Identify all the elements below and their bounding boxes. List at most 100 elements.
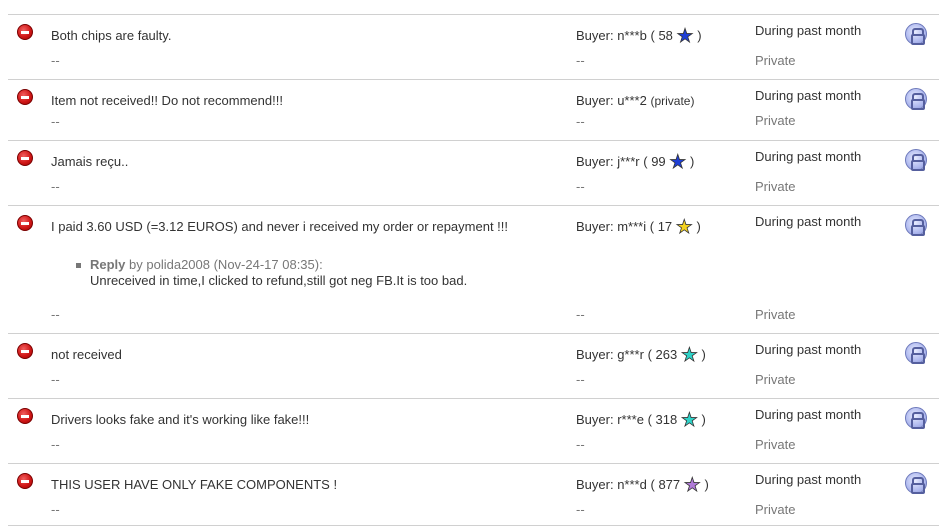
buyer-score: 263 bbox=[655, 347, 678, 362]
feedback-time: During past month bbox=[755, 88, 862, 103]
negative-feedback-icon bbox=[17, 215, 33, 231]
feedback-time: During past month bbox=[755, 342, 862, 357]
buyer-private: (private) bbox=[650, 94, 695, 108]
feedback-comment: THIS USER HAVE ONLY FAKE COMPONENTS ! bbox=[51, 477, 338, 492]
star-icon: ★ bbox=[683, 475, 701, 496]
buyer-info: Buyer: m***i ( 17 ★ ) bbox=[576, 217, 701, 238]
feedback-time: During past month bbox=[755, 472, 862, 487]
item-placeholder: -- bbox=[576, 437, 585, 452]
privacy-status: Private bbox=[755, 372, 796, 387]
feedback-comment: Both chips are faulty. bbox=[51, 28, 172, 43]
feedback-time: During past month bbox=[755, 149, 862, 164]
buyer-label: Buyer: bbox=[576, 154, 614, 169]
account-icon[interactable] bbox=[905, 23, 927, 45]
account-icon[interactable] bbox=[905, 472, 927, 494]
feedback-row: not received -- Buyer: g***r ( 263 ★ ) -… bbox=[8, 334, 939, 399]
reply-bullet bbox=[76, 263, 81, 268]
feedback-comment: Item not received!! Do not recommend!!! bbox=[51, 93, 283, 108]
feedback-time: During past month bbox=[755, 214, 862, 229]
feedback-row: Both chips are faulty. -- Buyer: n***b (… bbox=[8, 15, 939, 80]
buyer-info: Buyer: u***2 (private) bbox=[576, 93, 694, 108]
item-placeholder: -- bbox=[576, 502, 585, 517]
reply-author: by polida2008 (Nov-24-17 08:35): bbox=[129, 257, 323, 272]
buyer-label: Buyer: bbox=[576, 347, 614, 362]
account-icon[interactable] bbox=[905, 342, 927, 364]
buyer-name: r***e bbox=[617, 412, 644, 427]
feedback-row: Drivers looks fake and it's working like… bbox=[8, 399, 939, 464]
buyer-score-open: ( bbox=[649, 219, 655, 234]
feedback-row: Item not received!! Do not recommend!!! … bbox=[8, 80, 939, 141]
privacy-status: Private bbox=[755, 53, 796, 68]
buyer-label: Buyer: bbox=[576, 93, 614, 108]
star-icon: ★ bbox=[669, 152, 687, 173]
comment-placeholder: -- bbox=[51, 307, 60, 322]
buyer-score: 99 bbox=[651, 154, 666, 169]
feedback-time: During past month bbox=[755, 23, 862, 38]
buyer-score-close: ) bbox=[697, 28, 702, 43]
account-icon[interactable] bbox=[905, 88, 927, 110]
item-placeholder: -- bbox=[576, 179, 585, 194]
buyer-score-open: ( bbox=[650, 28, 655, 43]
feedback-list: Both chips are faulty. -- Buyer: n***b (… bbox=[8, 14, 939, 526]
account-icon[interactable] bbox=[905, 149, 927, 171]
negative-feedback-icon bbox=[17, 473, 33, 489]
buyer-info: Buyer: n***b ( 58 ★ ) bbox=[576, 26, 702, 47]
buyer-info: Buyer: r***e ( 318 ★ ) bbox=[576, 410, 706, 431]
negative-feedback-icon bbox=[17, 408, 33, 424]
privacy-status: Private bbox=[755, 307, 796, 322]
buyer-score: 318 bbox=[655, 412, 678, 427]
buyer-score-open: ( bbox=[643, 154, 648, 169]
buyer-score-close: ) bbox=[689, 154, 695, 169]
buyer-label: Buyer: bbox=[576, 477, 614, 492]
feedback-time: During past month bbox=[755, 407, 862, 422]
buyer-label: Buyer: bbox=[576, 28, 614, 43]
feedback-comment: not received bbox=[51, 347, 122, 362]
negative-feedback-icon bbox=[17, 89, 33, 105]
account-icon[interactable] bbox=[905, 407, 927, 429]
buyer-name: u***2 bbox=[617, 93, 647, 108]
buyer-name: n***b bbox=[617, 28, 647, 43]
star-icon: ★ bbox=[680, 410, 698, 431]
buyer-label: Buyer: bbox=[576, 219, 614, 234]
comment-placeholder: -- bbox=[51, 502, 60, 517]
reply-text: Unreceived in time,I clicked to refund,s… bbox=[90, 273, 468, 288]
reply-header: Reply by polida2008 (Nov-24-17 08:35): bbox=[90, 257, 323, 272]
comment-placeholder: -- bbox=[51, 53, 60, 68]
feedback-row: Jamais reçu.. -- Buyer: j***r ( 99 ★ ) -… bbox=[8, 141, 939, 206]
privacy-status: Private bbox=[755, 437, 796, 452]
negative-feedback-icon bbox=[17, 24, 33, 40]
buyer-score-open: ( bbox=[650, 477, 655, 492]
star-icon: ★ bbox=[675, 217, 693, 238]
star-icon: ★ bbox=[680, 345, 698, 366]
star-icon: ★ bbox=[676, 26, 694, 47]
comment-placeholder: -- bbox=[51, 114, 60, 129]
feedback-comment: Drivers looks fake and it's working like… bbox=[51, 412, 310, 427]
account-icon[interactable] bbox=[905, 214, 927, 236]
privacy-status: Private bbox=[755, 179, 796, 194]
feedback-comment: I paid 3.60 USD (=3.12 EUROS) and never … bbox=[51, 219, 509, 234]
buyer-score-open: ( bbox=[647, 347, 652, 362]
buyer-name: m***i bbox=[617, 219, 647, 234]
feedback-row: THIS USER HAVE ONLY FAKE COMPONENTS ! --… bbox=[8, 464, 939, 526]
buyer-name: n***d bbox=[617, 477, 647, 492]
item-placeholder: -- bbox=[576, 372, 585, 387]
buyer-info: Buyer: g***r ( 263 ★ ) bbox=[576, 345, 706, 366]
buyer-info: Buyer: j***r ( 99 ★ ) bbox=[576, 152, 695, 173]
buyer-score: 58 bbox=[658, 28, 673, 43]
buyer-name: j***r bbox=[617, 154, 640, 169]
buyer-score: 17 bbox=[657, 219, 673, 234]
buyer-score-close: ) bbox=[696, 219, 701, 234]
comment-placeholder: -- bbox=[51, 437, 60, 452]
privacy-status: Private bbox=[755, 502, 796, 517]
buyer-info: Buyer: n***d ( 877 ★ ) bbox=[576, 475, 709, 496]
item-placeholder: -- bbox=[576, 307, 585, 322]
buyer-score: 877 bbox=[658, 477, 681, 492]
item-placeholder: -- bbox=[576, 53, 585, 68]
feedback-comment: Jamais reçu.. bbox=[51, 154, 129, 169]
privacy-status: Private bbox=[755, 113, 796, 128]
buyer-score-open: ( bbox=[647, 412, 652, 427]
buyer-score-close: ) bbox=[701, 412, 706, 427]
comment-placeholder: -- bbox=[51, 372, 60, 387]
feedback-row: I paid 3.60 USD (=3.12 EUROS) and never … bbox=[8, 206, 939, 334]
comment-placeholder: -- bbox=[51, 179, 60, 194]
